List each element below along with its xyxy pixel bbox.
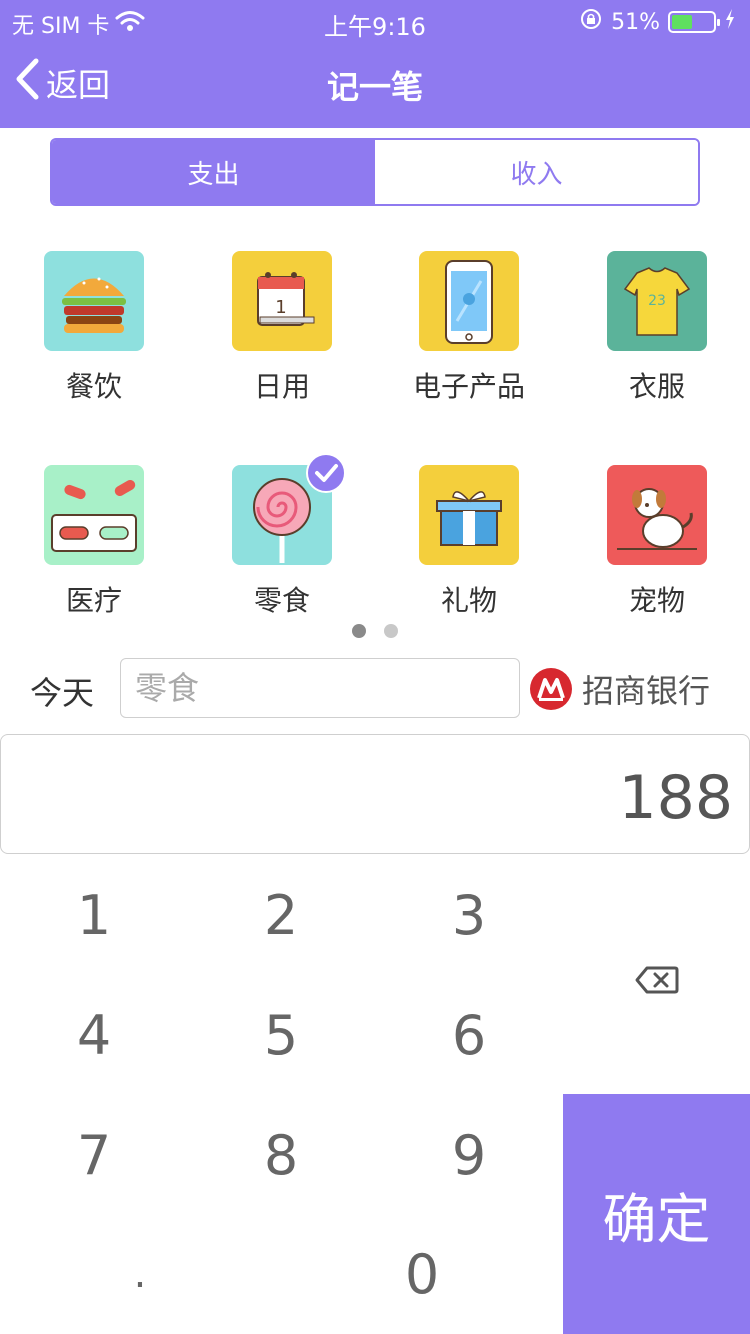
date-selector[interactable]: 今天 [30, 668, 94, 714]
key-2[interactable]: 2 [187, 855, 375, 975]
category-label: 礼物 [440, 584, 497, 617]
category-label: 餐饮 [65, 370, 122, 403]
page-dot[interactable] [352, 624, 366, 638]
battery-icon [668, 11, 720, 33]
key-0[interactable]: 0 [328, 1214, 516, 1334]
page-dot[interactable] [384, 624, 398, 638]
tshirt-icon: 23 [607, 251, 707, 351]
tab-expense[interactable]: 支出 [52, 140, 375, 204]
key-1[interactable]: 1 [0, 855, 188, 975]
lollipop-icon [232, 453, 346, 565]
amount-display: 188 [0, 734, 750, 854]
category-pet[interactable]: 宠物 [587, 465, 727, 619]
rotation-lock-icon [579, 7, 603, 37]
nav-bar: 返回 记一笔 [0, 40, 750, 128]
phone-icon [419, 251, 519, 351]
key-4[interactable]: 4 [0, 975, 188, 1095]
amount-value: 188 [618, 763, 733, 833]
tab-income[interactable]: 收入 [375, 140, 698, 204]
calendar-icon: 1 [232, 251, 332, 351]
account-selector[interactable]: 招商银行 [530, 666, 710, 712]
battery-percent: 51% [611, 9, 660, 35]
key-8[interactable]: 8 [187, 1095, 375, 1215]
key-9[interactable]: 9 [375, 1095, 563, 1215]
battery-level [672, 15, 692, 29]
backspace-button[interactable] [563, 855, 750, 1095]
category-label: 零食 [253, 584, 310, 617]
header: 无 SIM 卡 上午9:16 51% 返回 记一笔 [0, 0, 750, 128]
category-gift[interactable]: 礼物 [399, 465, 539, 619]
category-electronics[interactable]: 电子产品 [399, 251, 539, 405]
key-5[interactable]: 5 [187, 975, 375, 1095]
page-indicator [0, 624, 750, 638]
key-decimal[interactable]: . [46, 1214, 234, 1334]
category-snacks[interactable]: 零食 [212, 453, 352, 619]
cmb-logo-icon [530, 668, 572, 710]
charging-icon [724, 8, 736, 36]
svg-text:1: 1 [275, 297, 286, 318]
svg-text:23: 23 [648, 293, 666, 309]
category-label: 电子产品 [412, 370, 525, 403]
category-label: 衣服 [628, 370, 685, 403]
note-input[interactable] [120, 658, 520, 718]
status-bar: 无 SIM 卡 上午9:16 51% [0, 0, 750, 41]
type-segment: 支出 收入 [50, 138, 700, 206]
category-daily[interactable]: 1 日用 [212, 251, 352, 405]
backspace-icon [635, 944, 679, 1007]
page-title: 记一笔 [326, 68, 423, 106]
key-6[interactable]: 6 [375, 975, 563, 1095]
confirm-button[interactable]: 确定 [563, 1094, 750, 1334]
key-7[interactable]: 7 [0, 1095, 188, 1215]
dog-icon [607, 465, 707, 565]
category-label: 日用 [253, 370, 310, 403]
key-3[interactable]: 3 [375, 855, 563, 975]
category-label: 医疗 [65, 584, 122, 617]
category-clothes[interactable]: 23 衣服 [587, 251, 727, 405]
burger-icon [44, 251, 144, 351]
bank-name: 招商银行 [582, 672, 711, 710]
category-dining[interactable]: 餐饮 [24, 251, 164, 405]
category-label: 宠物 [628, 584, 685, 617]
gift-icon [419, 465, 519, 565]
category-medical[interactable]: 医疗 [24, 465, 164, 619]
selected-check-icon [306, 453, 346, 493]
pills-icon [44, 465, 144, 565]
